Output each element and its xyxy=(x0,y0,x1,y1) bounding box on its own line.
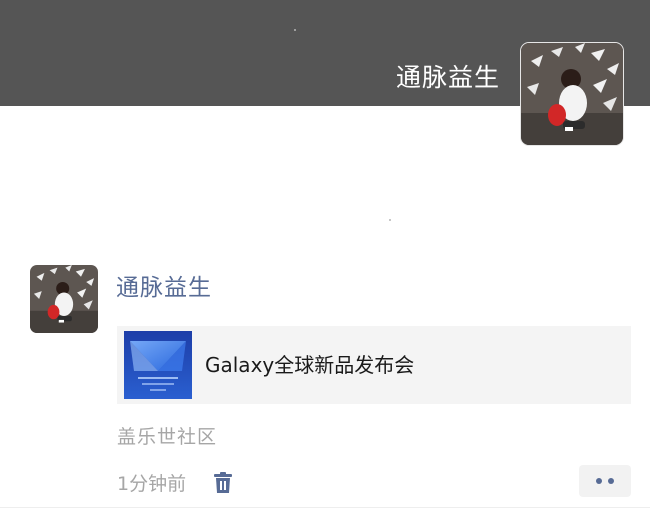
cover-avatar[interactable] xyxy=(520,42,624,146)
trash-icon xyxy=(214,472,232,493)
galaxy-event-thumbnail-icon xyxy=(124,331,192,399)
post-author-name[interactable]: 通脉益生 xyxy=(116,272,212,304)
moments-page: 通脉益生 通脉益生 Galaxy全球新品发布会 盖乐世社区 1分钟前 xyxy=(0,0,650,517)
link-thumbnail xyxy=(124,331,192,399)
more-dots-icon xyxy=(596,478,602,484)
user-avatar-photo-icon xyxy=(521,43,623,145)
post-avatar[interactable] xyxy=(30,265,98,333)
speck xyxy=(294,29,296,31)
speck xyxy=(389,219,391,221)
user-avatar-photo-icon xyxy=(30,265,98,333)
divider xyxy=(0,507,650,508)
more-dots-icon xyxy=(608,478,614,484)
post-timestamp: 1分钟前 xyxy=(117,473,187,495)
post-location[interactable]: 盖乐世社区 xyxy=(117,424,217,450)
shared-link-card[interactable]: Galaxy全球新品发布会 xyxy=(117,326,631,404)
delete-post-button[interactable] xyxy=(212,471,234,495)
more-actions-button[interactable] xyxy=(579,465,631,497)
cover-user-name[interactable]: 通脉益生 xyxy=(396,62,500,94)
link-title: Galaxy全球新品发布会 xyxy=(205,353,415,377)
